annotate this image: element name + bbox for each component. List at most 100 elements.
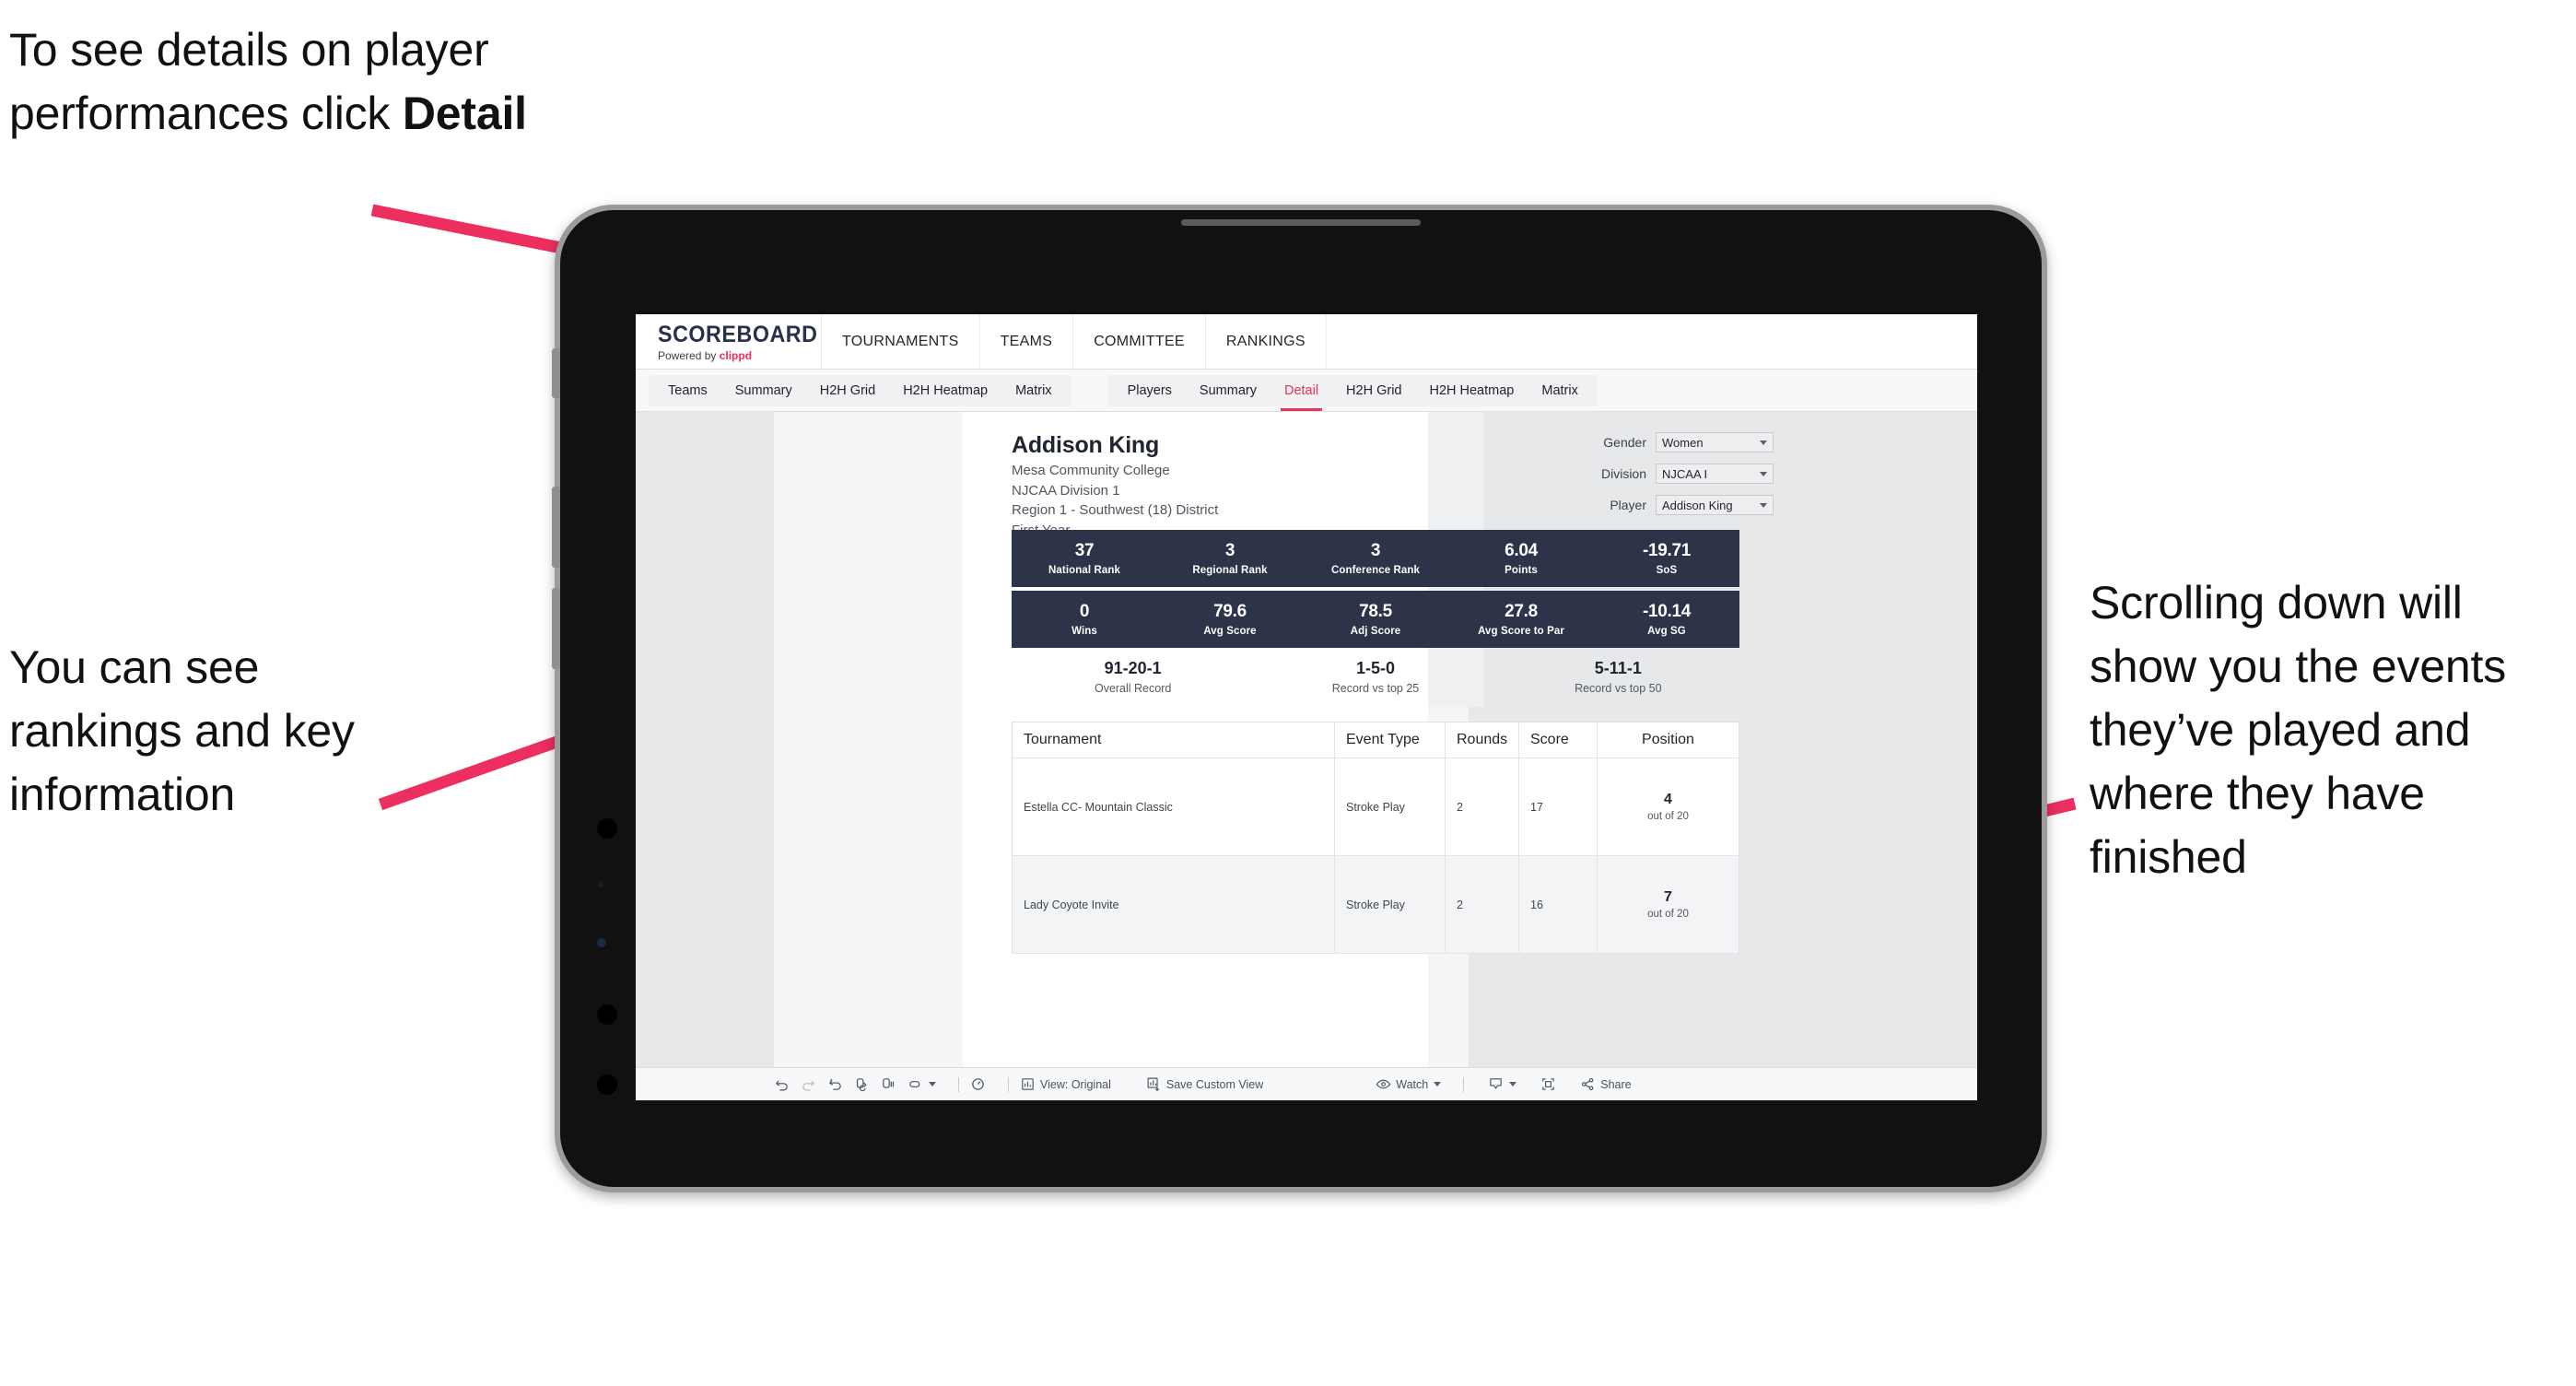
tablet-volume-down-button[interactable]	[552, 588, 560, 669]
tablet-speaker	[1181, 219, 1421, 226]
gender-selector-label: Gender	[1603, 435, 1646, 450]
annotation-mid-left: You can see rankings and key information	[9, 641, 355, 820]
stat-value: 79.6	[1213, 602, 1247, 621]
topnav-item-teams[interactable]: TEAMS	[980, 314, 1074, 369]
redo-icon	[801, 1076, 816, 1092]
tab-players-h2h-grid[interactable]: H2H Grid	[1332, 375, 1415, 406]
stat-avg-sg: -10.14 Avg SG	[1594, 591, 1739, 648]
tab-players-detail[interactable]: Detail	[1270, 375, 1332, 411]
stat-adj-score: 78.5 Adj Score	[1303, 591, 1448, 648]
tab-group-players: Players Summary Detail H2H Grid H2H Heat…	[1107, 374, 1598, 411]
stat-label: SoS	[1656, 565, 1678, 576]
tablet-power-button[interactable]	[552, 348, 560, 398]
division-selector-label: Division	[1600, 466, 1646, 481]
revert-button[interactable]	[827, 1076, 843, 1092]
tab-players-h2h-heatmap[interactable]: H2H Heatmap	[1415, 375, 1528, 406]
record-value: 5-11-1	[1594, 659, 1642, 677]
cell-score: 16	[1519, 856, 1598, 953]
pace-button[interactable]	[970, 1076, 986, 1092]
refresh-data-button[interactable]	[854, 1076, 870, 1092]
stat-avg-score-to-par: 27.8 Avg Score to Par	[1448, 591, 1594, 648]
brand-subtitle: Powered by clippd	[658, 349, 821, 362]
column-header-score[interactable]: Score	[1519, 722, 1598, 758]
share-label: Share	[1600, 1077, 1632, 1091]
brand-logo[interactable]: SCOREBOARD Powered by clippd	[636, 314, 822, 369]
column-header-tournament[interactable]: Tournament	[1013, 722, 1335, 758]
gender-select[interactable]: Women	[1656, 432, 1774, 452]
stat-regional-rank: 3 Regional Rank	[1157, 530, 1303, 587]
records-row: 91-20-1 Overall Record 1-5-0 Record vs t…	[1012, 659, 1739, 695]
stat-avg-score: 79.6 Avg Score	[1157, 591, 1303, 648]
tab-teams-matrix[interactable]: Matrix	[1001, 375, 1065, 406]
column-header-position[interactable]: Position	[1598, 722, 1739, 758]
download-icon	[1488, 1076, 1504, 1092]
gender-select-value: Women	[1662, 435, 1704, 450]
player-selector-row: Player Addison King	[1591, 495, 1774, 515]
stat-label: Avg SG	[1647, 626, 1686, 637]
record-vs-top-50: 5-11-1 Record vs top 50	[1497, 659, 1739, 695]
cell-event-type: Stroke Play	[1335, 856, 1446, 953]
highlight-button[interactable]	[907, 1076, 936, 1092]
watch-label: Watch	[1396, 1077, 1429, 1091]
topnav-item-committee[interactable]: COMMITTEE	[1073, 314, 1206, 369]
record-value: 1-5-0	[1355, 659, 1395, 677]
record-label: Overall Record	[1094, 682, 1172, 695]
pause-data-button[interactable]	[881, 1076, 896, 1092]
topnav-item-rankings[interactable]: RANKINGS	[1206, 314, 1327, 369]
cell-score: 17	[1519, 758, 1598, 855]
gender-selector-row: Gender Women	[1591, 432, 1774, 452]
tab-teams[interactable]: Teams	[654, 375, 721, 406]
tab-players-summary[interactable]: Summary	[1186, 375, 1270, 406]
tablet-device: SCOREBOARD Powered by clippd TOURNAMENTS…	[552, 205, 2047, 1192]
stat-value: 37	[1074, 541, 1095, 560]
stat-value: 78.5	[1359, 602, 1392, 621]
tab-teams-h2h-grid[interactable]: H2H Grid	[806, 375, 889, 406]
position-out-of: out of 20	[1647, 909, 1689, 920]
column-header-rounds[interactable]: Rounds	[1446, 722, 1519, 758]
annotation-right: Scrolling down will show you the events …	[2090, 577, 2507, 883]
download-button[interactable]	[1488, 1076, 1517, 1092]
player-division: NJCAA Division 1	[1012, 482, 1120, 499]
undo-button[interactable]	[774, 1076, 790, 1092]
tablet-camera-tertiary	[597, 1075, 617, 1095]
player-region: Region 1 - Southwest (18) District	[1012, 502, 1219, 519]
stat-label: National Rank	[1048, 565, 1120, 576]
watch-button[interactable]: Watch	[1376, 1076, 1442, 1092]
fullscreen-icon	[1540, 1076, 1556, 1092]
stat-value: 27.8	[1505, 602, 1538, 621]
table-header-row: Tournament Event Type Rounds Score Posit…	[1013, 722, 1739, 758]
annotation-top-left: To see details on player performances cl…	[9, 18, 599, 146]
division-selector-row: Division NJCAA I	[1591, 464, 1774, 484]
save-custom-view-label: Save Custom View	[1165, 1077, 1264, 1091]
app-header: SCOREBOARD Powered by clippd TOURNAMENTS…	[636, 314, 1977, 370]
tab-teams-h2h-heatmap[interactable]: H2H Heatmap	[889, 375, 1001, 406]
table-row[interactable]: Lady Coyote Invite Stroke Play 2 16 7 ou…	[1013, 856, 1739, 954]
division-select[interactable]: NJCAA I	[1656, 464, 1774, 484]
share-button[interactable]: Share	[1580, 1076, 1632, 1092]
stat-label: Points	[1505, 565, 1538, 576]
tab-teams-summary[interactable]: Summary	[721, 375, 806, 406]
stats-row-rankings: 37 National Rank 3 Regional Rank 3 Confe…	[1012, 530, 1739, 587]
clippd-name: clippd	[719, 348, 753, 362]
toolbar-divider	[1463, 1076, 1465, 1092]
cell-tournament: Lady Coyote Invite	[1013, 856, 1335, 953]
player-select[interactable]: Addison King	[1656, 495, 1774, 515]
tablet-volume-up-button[interactable]	[552, 487, 560, 568]
stat-sos: -19.71 SoS	[1594, 530, 1739, 587]
filter-selectors: Gender Women Division NJCAA I Player Add…	[1591, 432, 1774, 526]
view-original-button[interactable]: View: Original	[1020, 1076, 1111, 1092]
powered-by-text: Powered by	[658, 348, 720, 362]
top-navigation: TOURNAMENTS TEAMS COMMITTEE RANKINGS	[822, 314, 1327, 369]
table-row[interactable]: Estella CC- Mountain Classic Stroke Play…	[1013, 758, 1739, 856]
fullscreen-button[interactable]	[1540, 1076, 1556, 1092]
column-header-event-type[interactable]: Event Type	[1335, 722, 1446, 758]
bottom-toolbar: View: Original Save Custom View Watch Sh…	[636, 1067, 1977, 1100]
topnav-item-tournaments[interactable]: TOURNAMENTS	[822, 314, 980, 369]
view-original-label: View: Original	[1040, 1077, 1111, 1091]
position-value: 7	[1664, 889, 1672, 905]
redo-button[interactable]	[801, 1076, 816, 1092]
tab-players[interactable]: Players	[1114, 375, 1186, 406]
save-custom-view-button[interactable]: Save Custom View	[1146, 1076, 1263, 1092]
tab-players-matrix[interactable]: Matrix	[1528, 375, 1591, 406]
position-value: 4	[1664, 792, 1672, 807]
